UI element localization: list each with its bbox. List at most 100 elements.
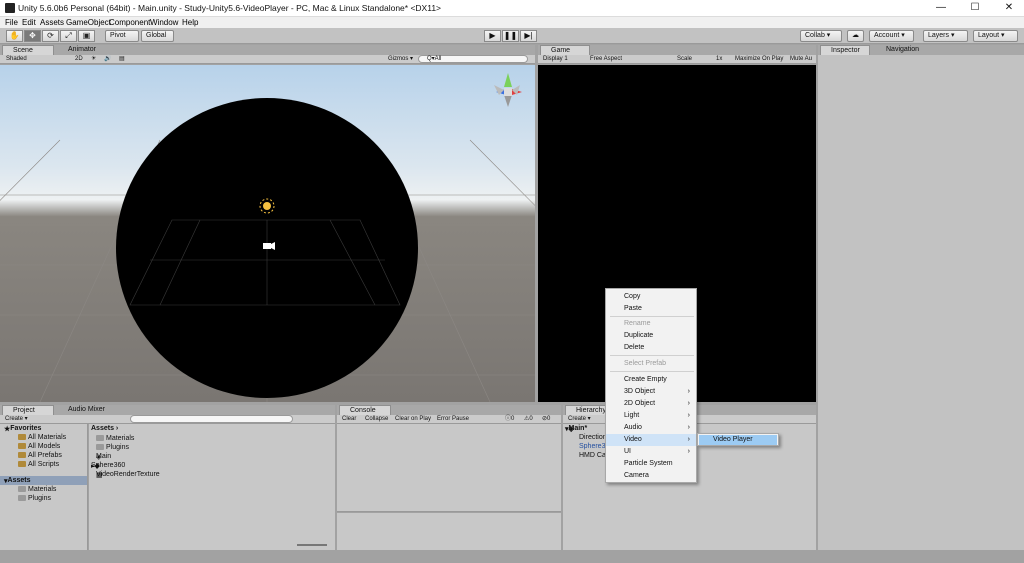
move-tool-icon[interactable]: ✥ <box>24 30 41 42</box>
menu-edit[interactable]: Edit <box>22 17 36 28</box>
hierarchy-create-button[interactable]: Create ▾ <box>568 415 591 424</box>
pause-icon[interactable]: ❚❚ <box>502 30 519 42</box>
tree-materials-folder[interactable]: Materials <box>18 486 56 493</box>
hierarchy-item[interactable]: Direction <box>579 434 607 441</box>
tab-inspector[interactable]: Inspector <box>820 45 870 55</box>
cloud-icon[interactable]: ☁ <box>847 30 864 42</box>
asset-plugins[interactable]: Plugins <box>96 444 129 451</box>
play-icon[interactable]: ▶ <box>484 30 501 42</box>
info-count[interactable]: ⓘ 0 <box>505 415 514 424</box>
account-button[interactable]: Account ▾ <box>869 30 914 42</box>
hierarchy-scene-root[interactable]: ▾ ◈ Main* <box>565 425 587 433</box>
tab-project[interactable]: Project <box>2 405 54 415</box>
menu-file[interactable]: File <box>5 17 18 28</box>
icon-size-slider[interactable] <box>297 544 327 546</box>
tab-scene[interactable]: Scene <box>2 45 54 55</box>
project-create-button[interactable]: Create ▾ <box>5 415 28 424</box>
menu-item-paste[interactable]: Paste <box>606 303 696 315</box>
mode-2d-button[interactable]: 2D <box>75 55 83 64</box>
fav-all-prefabs[interactable]: All Prefabs <box>18 452 62 459</box>
pivot-button[interactable]: Pivot <box>105 30 139 42</box>
lighting-icon[interactable]: ☀ <box>91 55 96 64</box>
asset-materials[interactable]: Materials <box>96 435 134 442</box>
menu-help[interactable]: Help <box>182 17 198 28</box>
aspect-dropdown[interactable]: Free Aspect <box>590 55 622 64</box>
favorites-label[interactable]: ★ Favorites <box>4 425 41 433</box>
menu-gameobject[interactable]: GameObject <box>66 17 111 28</box>
error-count-value: 0 <box>547 416 551 422</box>
fav-all-models[interactable]: All Models <box>18 443 60 450</box>
menu-component[interactable]: Component <box>109 17 150 28</box>
menu-item-delete[interactable]: Delete <box>606 342 696 354</box>
tree-plugins-folder[interactable]: Plugins <box>18 495 51 502</box>
console-clear-button[interactable]: Clear <box>342 415 356 424</box>
hierarchy-item[interactable]: HMD Ca <box>579 452 606 459</box>
asset-label: Sphere360 <box>91 462 126 469</box>
error-count[interactable]: ⊘ 0 <box>542 415 551 424</box>
step-icon[interactable]: ▶| <box>520 30 537 42</box>
layers-button[interactable]: Layers ▾ <box>923 30 968 42</box>
effects-icon[interactable]: ▤ <box>119 55 125 64</box>
menu-window[interactable]: Window <box>150 17 178 28</box>
display-dropdown[interactable]: Display 1 <box>543 55 568 64</box>
menu-item-camera[interactable]: Camera <box>606 470 696 482</box>
tab-console[interactable]: Console <box>339 405 391 415</box>
console-detail-area[interactable] <box>337 513 561 550</box>
fav-all-materials[interactable]: All Materials <box>18 434 66 441</box>
hand-tool-icon[interactable]: ✋ <box>6 30 23 42</box>
menu-bar: File Edit Assets GameObject Component Wi… <box>0 17 1024 28</box>
maximize-on-play-toggle[interactable]: Maximize On Play <box>735 55 783 64</box>
console-collapse-button[interactable]: Collapse <box>365 415 388 424</box>
global-button[interactable]: Global <box>141 30 174 42</box>
gizmos-dropdown[interactable]: Gizmos ▾ <box>388 55 413 64</box>
maximize-button[interactable]: ☐ <box>958 0 992 16</box>
menu-item-3d-object[interactable]: 3D Object › <box>606 386 696 398</box>
layout-button[interactable]: Layout ▾ <box>973 30 1018 42</box>
close-button[interactable]: ✕ <box>992 0 1024 16</box>
menu-item-video-player[interactable]: Video Player <box>699 435 777 445</box>
menu-item-audio[interactable]: Audio › <box>606 422 696 434</box>
shaded-dropdown[interactable]: Shaded <box>6 55 27 64</box>
camera-gizmo-icon[interactable] <box>263 242 275 250</box>
assets-breadcrumb[interactable]: Assets › <box>91 425 118 432</box>
assets-root-label[interactable]: ▾ Assets <box>4 477 30 485</box>
tab-animator[interactable]: Animator <box>58 45 118 55</box>
menu-item-ui[interactable]: UI › <box>606 446 696 458</box>
warning-count[interactable]: ⚠ 0 <box>524 415 533 424</box>
project-search-input[interactable] <box>130 415 293 423</box>
tab-scene-label: Scene <box>13 47 33 54</box>
menu-item-video[interactable]: Video › <box>606 434 696 446</box>
scale-tool-icon[interactable]: ⤢ <box>60 30 77 42</box>
menu-assets[interactable]: Assets <box>40 17 64 28</box>
audio-icon[interactable]: 🔊 <box>104 55 111 64</box>
fav-all-scripts[interactable]: All Scripts <box>18 461 59 468</box>
console-error-pause-button[interactable]: Error Pause <box>437 415 469 424</box>
collab-button[interactable]: Collab ▾ <box>800 30 842 42</box>
menu-item-create-empty[interactable]: Create Empty <box>606 374 696 386</box>
minimize-button[interactable]: — <box>924 0 958 16</box>
scene-tab-bar: Scene Animator <box>0 45 535 55</box>
menu-item-copy[interactable]: Copy <box>606 291 696 303</box>
menu-item-label: Video <box>624 436 642 443</box>
menu-item-particle-system[interactable]: Particle System <box>606 458 696 470</box>
console-log-area[interactable] <box>337 424 561 512</box>
scene-search-input[interactable]: Q▾All <box>418 55 528 63</box>
menu-item-2d-object[interactable]: 2D Object › <box>606 398 696 410</box>
mute-audio-toggle[interactable]: Mute Au <box>790 55 812 64</box>
rotate-tool-icon[interactable]: ⟳ <box>42 30 59 42</box>
tab-navigation[interactable]: Navigation <box>876 45 936 55</box>
scene-orientation-gizmo[interactable] <box>494 73 522 107</box>
hierarchy-item[interactable]: Sphere3 <box>579 443 605 450</box>
tab-inspector-label: Inspector <box>831 47 860 54</box>
tab-audio-mixer[interactable]: Audio Mixer <box>58 405 118 415</box>
scene-view[interactable] <box>0 65 535 402</box>
rect-tool-icon[interactable]: ▣ <box>78 30 95 42</box>
menu-item-label: 3D Object <box>624 388 656 395</box>
search-folder-icon <box>18 443 26 449</box>
menu-item-light[interactable]: Light › <box>606 410 696 422</box>
menu-item-duplicate[interactable]: Duplicate <box>606 330 696 342</box>
folder-icon <box>96 435 104 441</box>
tab-game[interactable]: Game <box>540 45 590 55</box>
scene-search-placeholder: Q▾All <box>427 56 442 62</box>
console-clear-on-play-button[interactable]: Clear on Play <box>395 415 431 424</box>
